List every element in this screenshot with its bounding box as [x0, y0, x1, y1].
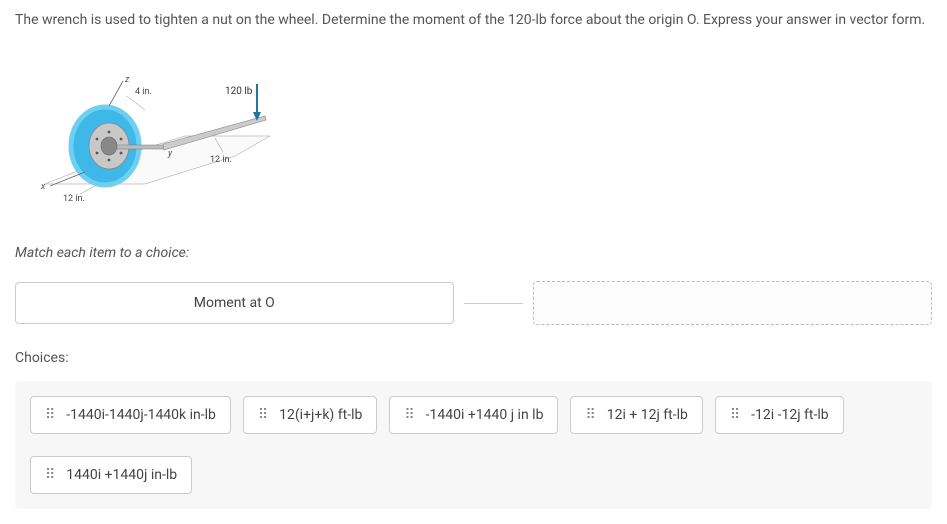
- choice-text: -12i -12j ft-lb: [751, 407, 829, 423]
- choice-text: 12(i+j+k) ft-lb: [279, 407, 362, 423]
- svg-text:z: z: [124, 75, 130, 85]
- choice-option[interactable]: -1440i-1440j-1440k in-lb: [30, 396, 231, 434]
- match-row: Moment at O: [15, 281, 932, 325]
- choices-label: Choices:: [15, 350, 932, 366]
- choice-option[interactable]: 1440i +1440j in-lb: [30, 456, 192, 494]
- problem-diagram: z x y 4 in. 12 in. 12 in. 120 lb: [35, 66, 295, 216]
- drag-handle-icon: [258, 412, 269, 419]
- choice-option[interactable]: -1440i +1440 j in lb: [389, 396, 558, 434]
- svg-text:4 in.: 4 in.: [135, 87, 152, 97]
- match-item-moment: Moment at O: [15, 282, 454, 324]
- choice-text: -1440i-1440j-1440k in-lb: [66, 407, 216, 423]
- drag-handle-icon: [45, 412, 56, 419]
- svg-text:12 in.: 12 in.: [210, 155, 232, 165]
- svg-text:y: y: [167, 149, 173, 159]
- match-instruction: Match each item to a choice:: [15, 245, 932, 261]
- drag-handle-icon: [585, 412, 596, 419]
- choice-text: 1440i +1440j in-lb: [66, 467, 177, 483]
- choice-text: 12i + 12j ft-lb: [607, 407, 688, 423]
- choice-option[interactable]: 12i + 12j ft-lb: [570, 396, 702, 434]
- connector-line: [464, 303, 524, 304]
- svg-text:120 lb: 120 lb: [225, 86, 253, 97]
- choices-container: -1440i-1440j-1440k in-lb 12(i+j+k) ft-lb…: [15, 381, 932, 509]
- drag-handle-icon: [45, 472, 56, 479]
- drag-handle-icon: [730, 412, 741, 419]
- drop-target[interactable]: [533, 281, 932, 325]
- choice-text: -1440i +1440 j in lb: [426, 407, 544, 423]
- svg-text:12 in.: 12 in.: [63, 194, 85, 204]
- svg-text:x: x: [40, 182, 46, 192]
- choice-option[interactable]: -12i -12j ft-lb: [715, 396, 844, 434]
- choice-option[interactable]: 12(i+j+k) ft-lb: [243, 396, 377, 434]
- drag-handle-icon: [404, 412, 415, 419]
- question-text: The wrench is used to tighten a nut on t…: [15, 10, 932, 31]
